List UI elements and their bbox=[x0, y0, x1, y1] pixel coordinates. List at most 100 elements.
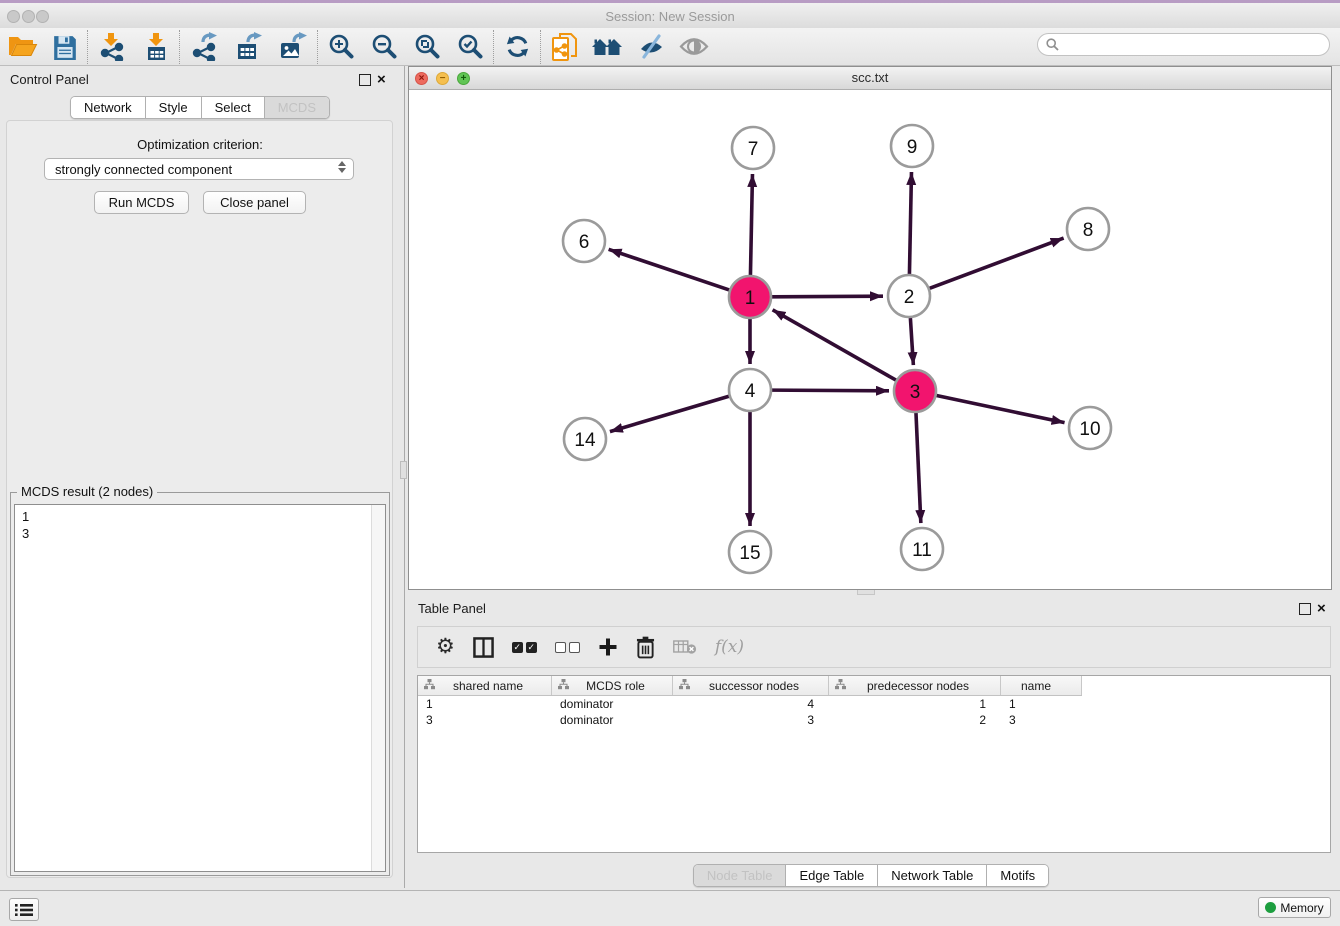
node-6[interactable]: 6 bbox=[563, 220, 605, 262]
svg-text:7: 7 bbox=[748, 139, 759, 160]
node-10[interactable]: 10 bbox=[1069, 407, 1111, 449]
column-header-name[interactable]: name bbox=[1001, 676, 1082, 695]
status-bar bbox=[0, 890, 1340, 926]
table-tabs: Node TableEdge TableNetwork TableMotifs bbox=[408, 864, 1334, 887]
deselect-all-checks-icon[interactable] bbox=[555, 642, 580, 653]
node-2[interactable]: 2 bbox=[888, 275, 930, 317]
refresh-layout-icon[interactable] bbox=[504, 31, 531, 63]
delete-column-icon[interactable] bbox=[636, 636, 655, 659]
mcds-result-title: MCDS result (2 nodes) bbox=[17, 484, 157, 499]
column-tree-icon bbox=[679, 679, 690, 693]
column-label: name bbox=[1001, 679, 1081, 693]
column-label: MCDS role bbox=[569, 679, 672, 693]
mac-titlebar: Session: New Session bbox=[0, 3, 1340, 29]
node-8[interactable]: 8 bbox=[1067, 208, 1109, 250]
column-header-predecessor-nodes[interactable]: predecessor nodes bbox=[829, 676, 1001, 695]
show-column-icon[interactable] bbox=[473, 637, 494, 658]
column-label: successor nodes bbox=[690, 679, 828, 693]
select-all-checks-icon[interactable]: ✓✓ bbox=[512, 642, 537, 653]
dropdown-stepper-icon bbox=[338, 161, 346, 173]
tab-style[interactable]: Style bbox=[146, 97, 202, 118]
toolbar-separator bbox=[179, 30, 181, 64]
table-options-gear-icon[interactable]: ⚙ bbox=[436, 637, 455, 657]
export-image-icon[interactable] bbox=[278, 31, 308, 63]
node-14[interactable]: 14 bbox=[564, 418, 606, 460]
memory-label: Memory bbox=[1280, 901, 1323, 915]
toolbar-separator bbox=[87, 30, 89, 64]
save-session-icon[interactable] bbox=[52, 31, 78, 63]
node-3[interactable]: 3 bbox=[894, 370, 936, 412]
table-toolbar: ⚙ ✓✓ f(x) bbox=[417, 626, 1331, 668]
memory-status-icon bbox=[1265, 902, 1276, 913]
cell: 3 bbox=[673, 712, 829, 728]
optimization-criterion-label: Optimization criterion: bbox=[0, 137, 400, 152]
column-header-mcds-role[interactable]: MCDS role bbox=[552, 676, 673, 695]
network-window-titlebar[interactable]: × − + scc.txt bbox=[409, 67, 1331, 90]
node-15[interactable]: 15 bbox=[729, 531, 771, 573]
cell: dominator bbox=[552, 696, 673, 712]
hide-details-icon[interactable] bbox=[638, 31, 665, 63]
import-network-icon[interactable] bbox=[98, 31, 126, 63]
zoom-in-icon[interactable] bbox=[328, 31, 355, 63]
zoom-out-icon[interactable] bbox=[371, 31, 398, 63]
cell: dominator bbox=[552, 712, 673, 728]
tab-node-table[interactable]: Node Table bbox=[694, 865, 787, 886]
node-11[interactable]: 11 bbox=[901, 528, 943, 570]
node-9[interactable]: 9 bbox=[891, 125, 933, 167]
toolbar-separator bbox=[317, 30, 319, 64]
optimization-criterion-dropdown[interactable]: strongly connected component bbox=[44, 158, 354, 180]
tab-network-table[interactable]: Network Table bbox=[878, 865, 987, 886]
export-table-icon[interactable] bbox=[234, 31, 264, 63]
tab-mcds[interactable]: MCDS bbox=[265, 97, 329, 118]
result-scrollbar[interactable] bbox=[371, 505, 385, 871]
node-4[interactable]: 4 bbox=[729, 369, 771, 411]
search-input[interactable] bbox=[1037, 33, 1330, 56]
run-mcds-button[interactable]: Run MCDS bbox=[94, 191, 189, 214]
edge-3-11[interactable] bbox=[916, 413, 921, 523]
home-pages-icon[interactable] bbox=[592, 31, 624, 63]
add-column-icon[interactable] bbox=[598, 637, 618, 657]
edge-1-6[interactable] bbox=[609, 249, 730, 290]
tab-select[interactable]: Select bbox=[202, 97, 265, 118]
tab-network[interactable]: Network bbox=[71, 97, 146, 118]
export-network-icon[interactable] bbox=[190, 31, 220, 63]
network-graph[interactable]: 7 9 6 8 1 2 4 3 14 10 15 11 bbox=[409, 89, 1331, 589]
edge-1-2[interactable] bbox=[772, 296, 883, 297]
tab-motifs[interactable]: Motifs bbox=[987, 865, 1048, 886]
edge-1-7[interactable] bbox=[750, 174, 752, 275]
search-icon bbox=[1046, 38, 1059, 51]
edge-4-3[interactable] bbox=[772, 390, 889, 391]
table-row-1[interactable]: 1dominator411 bbox=[418, 696, 1082, 712]
column-header-successor-nodes[interactable]: successor nodes bbox=[673, 676, 829, 695]
edge-2-3[interactable] bbox=[910, 318, 913, 365]
vertical-splitter-grip[interactable] bbox=[400, 461, 407, 479]
task-history-button[interactable] bbox=[9, 898, 39, 921]
table-float-icon[interactable] bbox=[1299, 603, 1311, 615]
edge-2-8[interactable] bbox=[930, 238, 1064, 288]
dropdown-value: strongly connected component bbox=[55, 162, 232, 177]
result-line: 3 bbox=[22, 525, 29, 542]
node-7[interactable]: 7 bbox=[732, 127, 774, 169]
duplicate-network-icon[interactable] bbox=[551, 31, 578, 63]
close-panel-icon[interactable]: × bbox=[377, 74, 386, 86]
table-row-3[interactable]: 3dominator323 bbox=[418, 712, 1082, 728]
cell: 3 bbox=[418, 712, 552, 728]
close-panel-button[interactable]: Close panel bbox=[203, 191, 306, 214]
zoom-fit-icon[interactable] bbox=[414, 31, 441, 63]
memory-button[interactable]: Memory bbox=[1258, 897, 1331, 918]
zoom-selected-icon[interactable] bbox=[457, 31, 484, 63]
edge-4-14[interactable] bbox=[610, 396, 729, 431]
list-icon bbox=[15, 903, 33, 917]
svg-text:1: 1 bbox=[745, 288, 756, 309]
column-header-shared-name[interactable]: shared name bbox=[418, 676, 552, 695]
tab-edge-table[interactable]: Edge Table bbox=[786, 865, 878, 886]
edge-2-9[interactable] bbox=[909, 172, 911, 274]
edge-3-10[interactable] bbox=[937, 396, 1065, 423]
mcds-result-textarea[interactable]: 13 bbox=[14, 504, 386, 872]
open-file-icon[interactable] bbox=[8, 31, 38, 63]
edge-3-1[interactable] bbox=[773, 310, 896, 380]
float-panel-icon[interactable] bbox=[359, 74, 371, 86]
table-close-icon[interactable]: × bbox=[1317, 603, 1326, 615]
import-table-icon[interactable] bbox=[142, 31, 170, 63]
node-1[interactable]: 1 bbox=[729, 276, 771, 318]
